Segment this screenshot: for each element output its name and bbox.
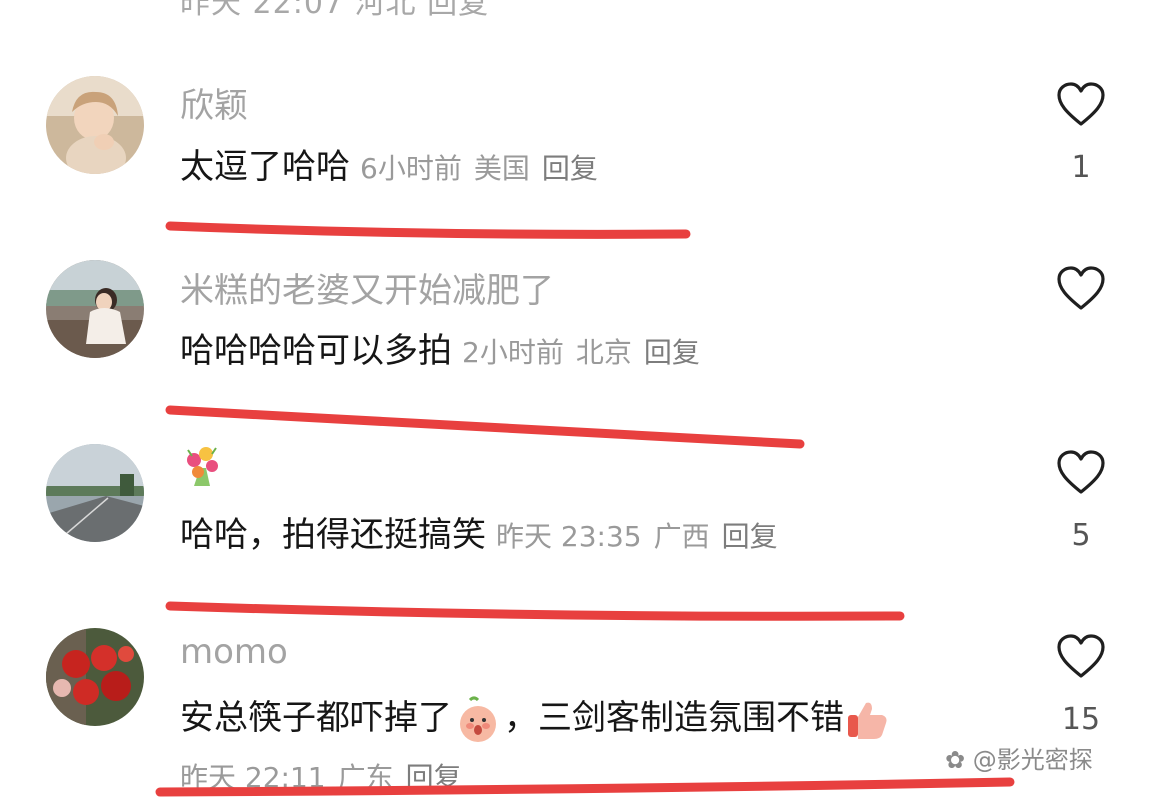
underline-mark — [165, 601, 905, 621]
underline-mark — [165, 405, 805, 449]
paw-icon: ✿ — [945, 746, 966, 774]
watermark: ✿ @影光密探 — [945, 740, 1093, 775]
underline-mark — [155, 777, 1015, 797]
underline-mark — [165, 221, 691, 239]
comment-list: 昨天 22:07 河北 回复 欣颖 太逗了哈哈 6小时前 美国 回复 1 米糕的… — [0, 0, 1150, 800]
highlight-underlines — [155, 221, 1015, 797]
watermark-text: @影光密探 — [972, 746, 1093, 774]
